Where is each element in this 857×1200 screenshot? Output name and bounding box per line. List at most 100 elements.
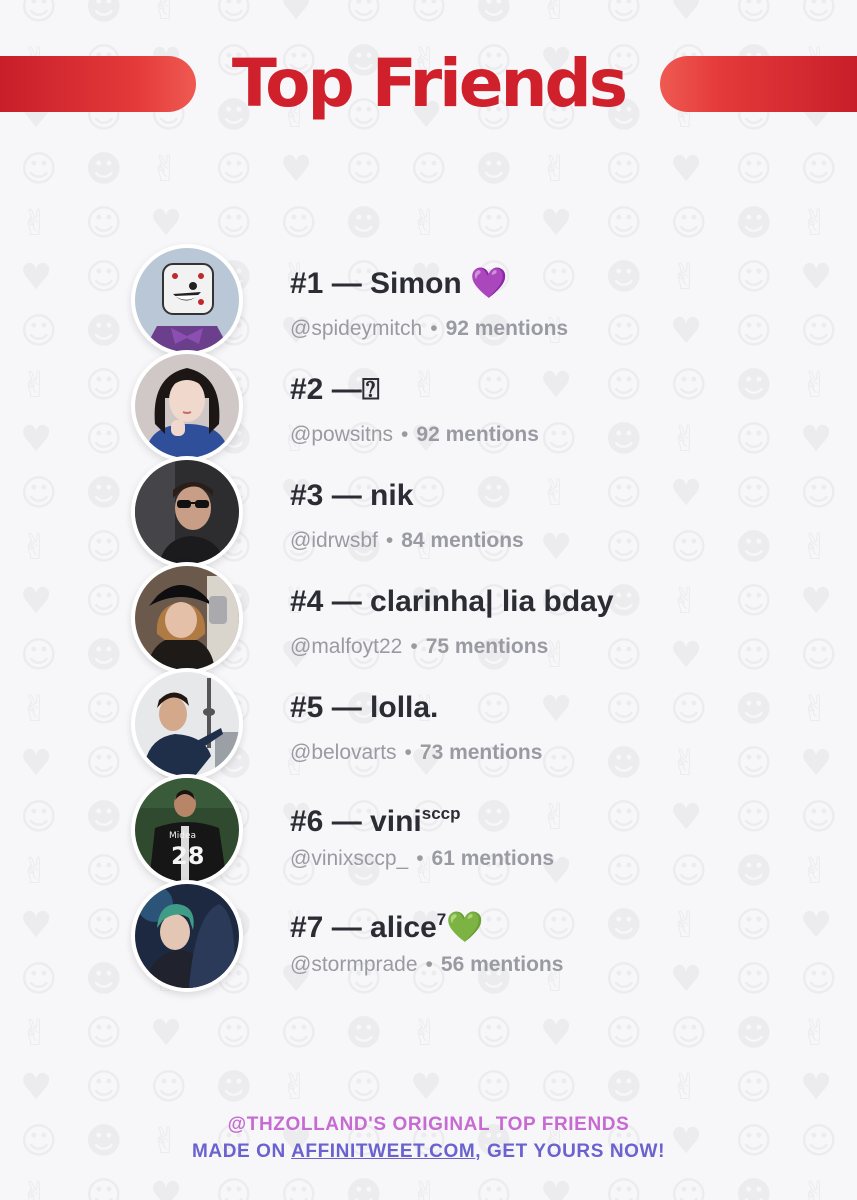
friend-name: #1 — Simon 💜 [290,266,508,301]
pattern-emoji: ☺ [20,149,58,190]
pattern-emoji: ☺ [605,1013,643,1054]
pattern-emoji: ☺ [475,203,513,244]
footer-attribution: @THZOLLAND'S ORIGINAL TOP FRIENDS [227,1114,630,1135]
pattern-emoji: ♥ [280,0,313,28]
pattern-emoji: ♥ [150,1013,183,1054]
friend-handle[interactable]: @vinixsccp_ [290,847,408,870]
friend-row-4[interactable]: #4 — clarinha| lia bday @malfoyt22 • 75 me… [0,562,857,674]
mention-count: 75 mentions [425,635,549,658]
pattern-emoji: ✌ [410,1013,441,1054]
friend-name: #7 — alice7💚 [290,910,484,945]
pattern-emoji: ✌ [540,149,571,190]
pattern-emoji: ☺ [475,1067,513,1108]
pattern-emoji: ☺ [605,0,643,28]
pattern-emoji: ☻ [85,149,123,190]
pattern-emoji: ☺ [85,203,123,244]
green-heart-icon: 💚 [446,910,484,945]
pattern-emoji: ☺ [540,1067,578,1108]
pattern-emoji: ✌ [150,149,181,190]
pattern-emoji: ☺ [800,149,838,190]
pattern-emoji: ♥ [540,1013,573,1054]
pattern-emoji: ☺ [475,1175,513,1200]
pattern-emoji: ☺ [410,0,448,28]
pattern-emoji: ☺ [670,1175,708,1200]
mention-count: 92 mentions [445,317,569,340]
pattern-emoji: ✌ [20,1175,51,1200]
pattern-emoji: ♥ [150,203,183,244]
pattern-emoji: ☻ [345,1013,383,1054]
friend-name: #6 — vinisccp [290,804,461,838]
pattern-emoji: ☺ [605,203,643,244]
affinitweet-link[interactable]: AFFINITWEET.COM [291,1141,475,1162]
pattern-emoji: ☻ [735,1175,773,1200]
performer-stage-avatar-icon [135,884,239,988]
friend-handle[interactable]: @belovarts [290,741,397,764]
pattern-emoji: ☺ [735,149,773,190]
missing-glyph-icon: ⍰ [361,373,380,406]
pattern-emoji: ☺ [215,1013,253,1054]
avatar[interactable] [131,668,243,780]
pattern-emoji: ♥ [150,1175,183,1200]
friend-meta: @vinixsccp_ • 61 mentions [290,847,555,870]
friend-row-3[interactable]: #3 — nik @idrwsbf • 84 mentions [0,456,857,568]
man-city-tower-avatar-icon [135,672,239,776]
avatar[interactable] [131,456,243,568]
pattern-emoji: ☺ [475,1013,513,1054]
pattern-emoji: ☺ [670,203,708,244]
pattern-emoji: ☻ [735,203,773,244]
friend-name: #2 —⍰ [290,373,380,406]
friend-name: #5 — lolla. [290,691,439,724]
pattern-emoji: ☺ [150,1067,188,1108]
pattern-emoji: ☻ [215,1067,253,1108]
friend-handle[interactable]: @powsitns [290,423,393,446]
pattern-emoji: ☻ [345,1175,383,1200]
pattern-emoji: ☺ [85,1067,123,1108]
pattern-emoji: ♥ [670,0,703,28]
friend-handle[interactable]: @idrwsbf [290,529,378,552]
pattern-emoji: ☺ [670,1013,708,1054]
pattern-emoji: ♥ [20,1067,53,1108]
friend-row-2[interactable]: #2 —⍰ @powsitns • 92 mentions [0,350,857,462]
pattern-emoji: ✌ [670,1067,701,1108]
pattern-emoji: ☺ [410,149,448,190]
friend-row-7[interactable]: #7 — alice7💚 @stormprade • 56 mentions [0,880,857,992]
pattern-emoji: ☻ [735,1013,773,1054]
pattern-emoji: ♥ [540,1175,573,1200]
friend-row-1[interactable]: #1 — Simon 💜 @spideymitch • 92 mentions [0,244,857,356]
friend-row-6[interactable]: 28 Midea #6 — vinisccp @vinixsccp_ • 61 me… [0,774,857,886]
friend-meta: @powsitns • 92 mentions [290,423,539,446]
friend-name: #3 — nik [290,479,414,512]
friend-meta: @malfoyt22 • 75 mentions [290,635,549,658]
friend-handle[interactable]: @stormprade [290,953,418,976]
friend-handle[interactable]: @spideymitch [290,317,422,340]
pattern-emoji: ☺ [85,1175,123,1200]
pattern-emoji: ✌ [410,1175,441,1200]
man-sunglasses-avatar-icon [135,460,239,564]
friend-meta: @spideymitch • 92 mentions [290,317,569,340]
avatar[interactable] [131,880,243,992]
friend-row-5[interactable]: #5 — lolla. @belovarts • 73 mentions [0,668,857,780]
pattern-emoji: ☺ [605,1175,643,1200]
cartoon-dice-avatar-icon [135,248,239,352]
name-superscript: sccp [421,804,461,823]
mention-count: 84 mentions [401,529,524,552]
pattern-emoji: ☻ [85,0,123,28]
svg-text:28: 28 [171,842,204,870]
avatar[interactable]: 28 Midea [131,774,243,886]
pattern-emoji: ☺ [215,149,253,190]
pattern-emoji: ☺ [215,1175,253,1200]
pattern-emoji: ☺ [605,149,643,190]
mention-count: 92 mentions [416,423,539,446]
pattern-emoji: ☻ [605,1067,643,1108]
pattern-emoji: ✌ [540,0,571,28]
avatar[interactable] [131,350,243,462]
pattern-emoji: ☺ [280,203,318,244]
pattern-emoji: ☻ [345,203,383,244]
pattern-emoji: ✌ [800,1175,831,1200]
pattern-emoji: ☺ [345,0,383,28]
friend-handle[interactable]: @malfoyt22 [290,635,402,658]
avatar[interactable] [131,244,243,356]
friend-name: #4 — clarinha| lia bday [290,585,614,618]
avatar[interactable] [131,562,243,674]
pattern-emoji: ☺ [735,1067,773,1108]
